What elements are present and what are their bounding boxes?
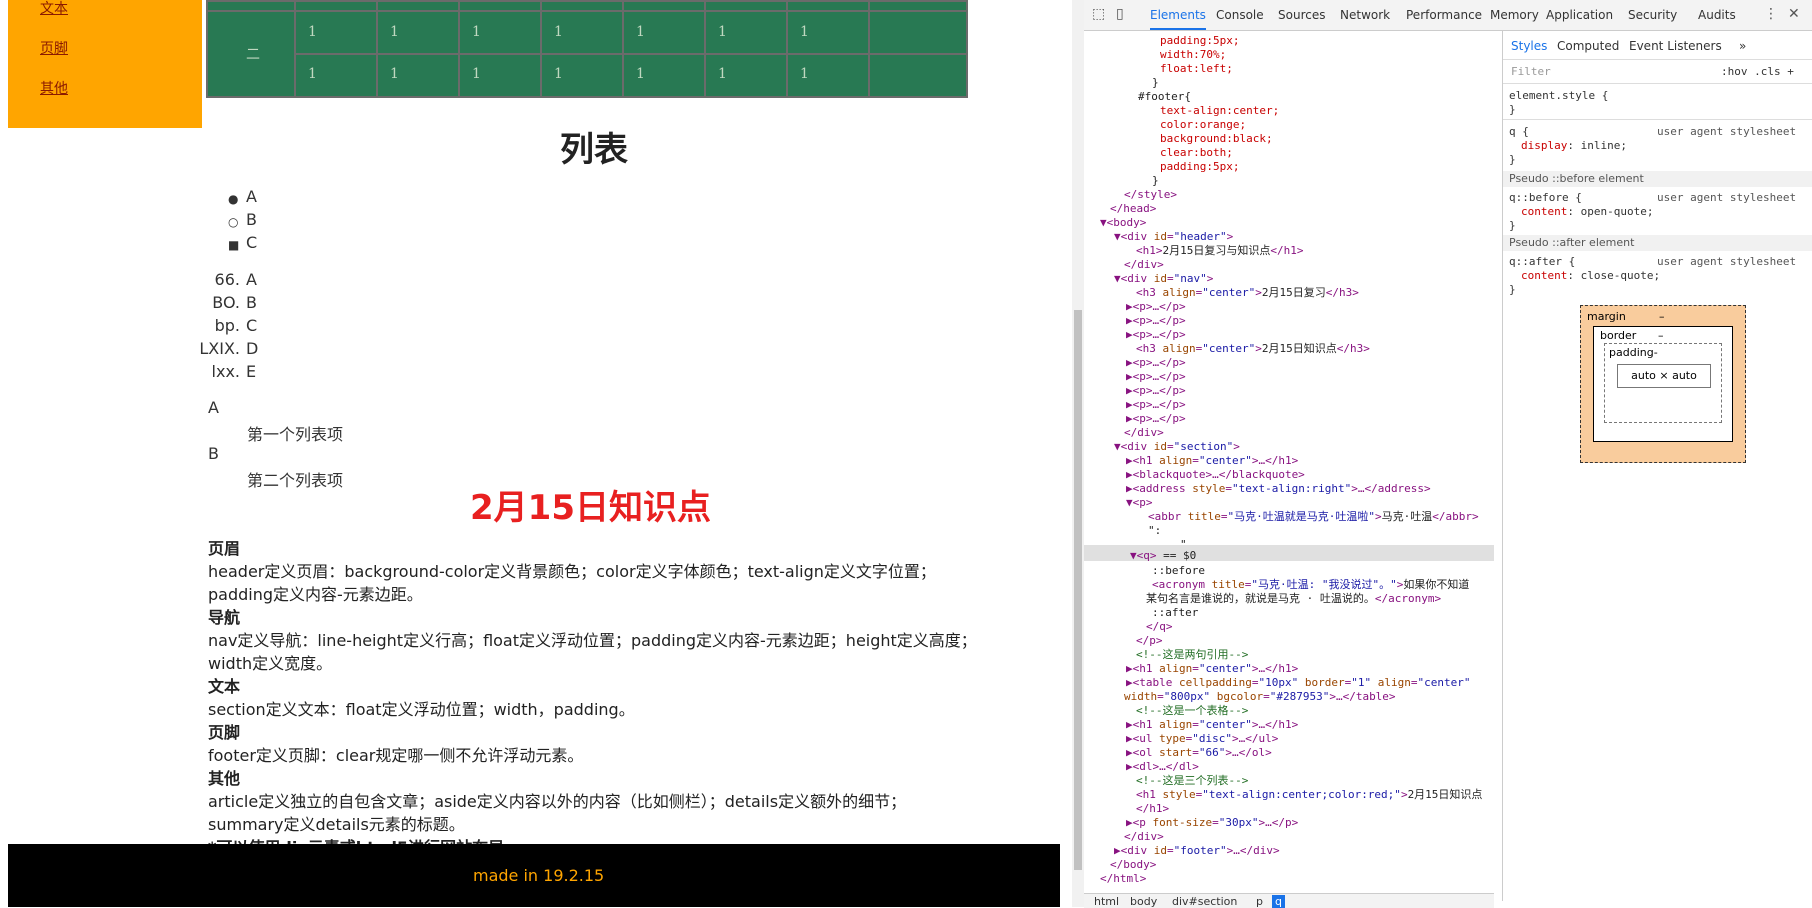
breadcrumb-item-active[interactable]: q: [1272, 895, 1285, 908]
tab-application[interactable]: Application: [1546, 8, 1613, 22]
table-cell: 1: [472, 24, 481, 40]
rendered-page: 文本 页脚 其他 二 1 1 1 1 1 1 1 1 1 1 1 1 1 1 列…: [0, 0, 1060, 907]
dl-term: A: [208, 398, 219, 417]
inspect-element-icon[interactable]: ⬚: [1092, 6, 1110, 24]
tab-performance[interactable]: Performance: [1406, 8, 1482, 22]
breadcrumb-item[interactable]: div#section: [1172, 895, 1237, 908]
footer-bar: made in 19.2.15: [8, 844, 1060, 907]
filter-toggles[interactable]: :hov .cls +: [1721, 65, 1794, 78]
tab-audits[interactable]: Audits: [1698, 8, 1736, 22]
tab-memory[interactable]: Memory: [1490, 8, 1539, 22]
tab-console[interactable]: Console: [1216, 8, 1264, 22]
table-cell: 1: [308, 24, 317, 40]
data-table: 二 1 1 1 1 1 1 1 1 1 1 1 1 1 1: [206, 0, 968, 98]
dl-definition: 第二个列表项: [247, 471, 344, 490]
ol-number: lxx.: [211, 362, 240, 381]
table-cell: 1: [636, 24, 645, 40]
block-text: footer定义页脚：clear规定哪一侧不允许浮动元素。: [208, 746, 584, 765]
tab-computed[interactable]: Computed: [1557, 39, 1619, 53]
block-text: section定义文本：float定义浮动位置；width，padding。: [208, 700, 635, 719]
padding-box: padding- auto × auto: [1604, 343, 1722, 423]
knowledge-body: 页眉 header定义页眉：background-color定义背景颜色；col…: [208, 537, 1048, 859]
ol-item: D: [246, 339, 259, 358]
margin-label: margin: [1587, 310, 1626, 323]
ol-number: BO.: [212, 293, 240, 312]
breadcrumb: html body div#section p q: [1084, 893, 1494, 908]
block-text: nav定义导航：line-height定义行高；float定义浮动位置；padd…: [208, 631, 977, 650]
tab-sources[interactable]: Sources: [1278, 8, 1325, 22]
block-title: 页眉: [208, 539, 241, 558]
tab-elements[interactable]: Elements: [1150, 8, 1206, 30]
table-cell: 1: [718, 24, 727, 40]
block-title: 其他: [208, 769, 241, 788]
ol-number: bp.: [214, 316, 240, 335]
table-cell: 1: [718, 66, 727, 82]
block-text: header定义页眉：background-color定义背景颜色；color定…: [208, 562, 936, 581]
tab-security[interactable]: Security: [1628, 8, 1677, 22]
block-text: summary定义details元素的标题。: [208, 815, 465, 834]
block-text: padding定义内容-元素边距。: [208, 585, 423, 604]
ol-number: LXIX.: [199, 339, 240, 358]
ol-number: 66.: [214, 270, 240, 289]
block-text: article定义独立的自包含文章；aside定义内容以外的内容（比如侧栏）；d…: [208, 792, 907, 811]
tab-event-listeners[interactable]: Event Listeners: [1629, 39, 1722, 53]
block-text: width定义宽度。: [208, 654, 333, 673]
scrollbar-thumb[interactable]: [1074, 310, 1082, 870]
block-title: 导航: [208, 608, 241, 627]
ol-item: A: [246, 270, 257, 289]
ul-item: C: [246, 233, 258, 252]
padding-label: padding-: [1609, 346, 1658, 359]
dl-term: B: [208, 444, 219, 463]
ul-item: B: [246, 210, 257, 229]
table-cell: 1: [636, 66, 645, 82]
more-options-icon[interactable]: ⋮: [1764, 6, 1782, 24]
breadcrumb-item[interactable]: html: [1094, 895, 1119, 908]
list-heading: 列表: [560, 130, 628, 170]
footer-text: made in 19.2.15: [473, 866, 605, 885]
ol-item: C: [246, 316, 258, 335]
filter-input[interactable]: Filter: [1511, 65, 1551, 78]
nav-link-text[interactable]: 文本: [40, 0, 68, 18]
table-cell: 1: [554, 24, 563, 40]
breadcrumb-item[interactable]: body: [1130, 895, 1157, 908]
knowledge-heading: 2月15日知识点: [470, 488, 711, 528]
close-icon[interactable]: ✕: [1788, 6, 1806, 24]
block-title: 文本: [208, 677, 241, 696]
border-value: –: [1658, 329, 1664, 342]
table-cell: 1: [472, 66, 481, 82]
breadcrumb-item[interactable]: p: [1256, 895, 1263, 908]
page-scrollbar[interactable]: [1072, 0, 1084, 907]
table-cell: 1: [308, 66, 317, 82]
nav-sidebar: 文本 页脚 其他: [8, 0, 202, 128]
table-cell: 1: [554, 66, 563, 82]
table-row-label: 二: [246, 47, 260, 63]
nav-link-other[interactable]: 其他: [40, 78, 68, 98]
tab-network[interactable]: Network: [1340, 8, 1390, 22]
table-cell: 1: [800, 66, 809, 82]
dl-definition: 第一个列表项: [247, 425, 344, 444]
nav-link-footer[interactable]: 页脚: [40, 38, 68, 58]
circle-bullet-icon: ○: [228, 215, 239, 229]
devtools-toolbar: ⬚ ▯ Elements Console Sources Network Per…: [1084, 0, 1812, 31]
table-cell: 1: [390, 66, 399, 82]
tab-styles[interactable]: Styles: [1511, 39, 1547, 53]
block-title: 页脚: [208, 723, 241, 742]
content-box: auto × auto: [1617, 364, 1711, 388]
disc-bullet-icon: ●: [228, 192, 239, 206]
more-tabs-icon[interactable]: »: [1739, 39, 1746, 53]
box-model-diagram: margin – border – padding- auto × auto: [1580, 305, 1746, 463]
device-toggle-icon[interactable]: ▯: [1116, 6, 1134, 24]
table-cell: 1: [800, 24, 809, 40]
table-cell: 1: [390, 24, 399, 40]
square-bullet-icon: ■: [228, 238, 240, 252]
ol-item: E: [246, 362, 257, 381]
border-label: border: [1600, 329, 1637, 342]
border-box: border – padding- auto × auto: [1593, 326, 1733, 442]
ol-item: B: [246, 293, 257, 312]
ul-item: A: [246, 187, 257, 206]
styles-pane: Styles Computed Event Listeners » Filter…: [1502, 31, 1812, 901]
margin-value: –: [1659, 310, 1665, 323]
